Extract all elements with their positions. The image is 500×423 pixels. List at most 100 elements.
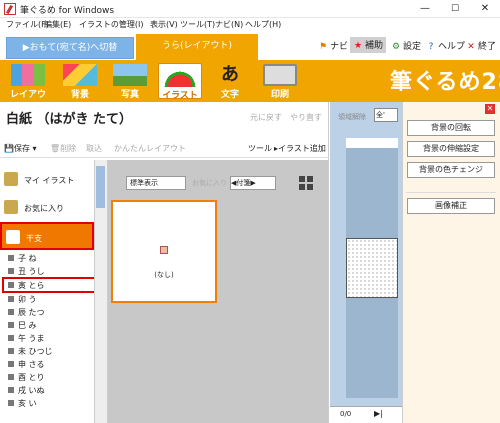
folder-icon (4, 172, 18, 186)
folder-icon (6, 230, 20, 244)
divider (406, 192, 496, 193)
view-mode-select[interactable]: 標準表示 (126, 176, 186, 190)
menu-illust-manage[interactable]: イラストの管理(I) (79, 19, 143, 30)
photo-icon (113, 64, 147, 86)
list-item[interactable]: 酉 とり (8, 372, 94, 385)
folder-icon (8, 268, 14, 274)
navi-button[interactable]: ⚑ ナビ (318, 39, 348, 52)
gear-icon: ⚙ (391, 42, 401, 52)
list-item[interactable]: 子 ね (8, 253, 94, 266)
zoom-select[interactable]: 全' (374, 108, 398, 122)
printer-icon (263, 64, 297, 86)
list-item-tora[interactable]: 寅 とら (2, 277, 100, 293)
favorite-button[interactable]: お気に入り (192, 178, 227, 188)
list-item[interactable]: 申 さる (8, 359, 94, 372)
navi-label: ナビ (330, 42, 349, 52)
list-item-label: 亥 い (18, 399, 37, 408)
brush-text-icon: あ (221, 64, 239, 85)
image-correction-button[interactable]: 画像補正 (407, 198, 495, 214)
region-release-button[interactable]: 領域解除 (338, 112, 366, 122)
list-item-label: 丑 うし (18, 267, 45, 276)
category-scroll-thumb[interactable] (96, 166, 105, 208)
close-icon: ✕ (467, 42, 475, 52)
folder-icon (8, 387, 14, 393)
help-button[interactable]: ? ヘルプ (426, 39, 465, 52)
category-favorites-label: お気に入り (24, 204, 64, 213)
bg-color-change-button[interactable]: 背景の色チェンジ (407, 162, 495, 178)
tab-front-address[interactable]: ▶おもて(宛て名)へ切替 (6, 37, 134, 59)
folder-icon (8, 374, 14, 380)
import-button[interactable]: 取込 (86, 143, 102, 154)
toolbar-photo-button[interactable]: 写真 (108, 63, 152, 100)
sticky-filter[interactable]: ◀付箋▶ (230, 176, 276, 190)
category-eto[interactable]: 干支 (0, 222, 94, 250)
sticky-label: 付箋 (236, 179, 251, 187)
tab-back-layout[interactable]: うら(レイアウト) (136, 34, 258, 60)
list-item[interactable]: 辰 たつ (8, 307, 94, 320)
folder-icon (8, 335, 14, 341)
next-icon[interactable]: ▶ (250, 179, 255, 187)
list-item[interactable]: 未 ひつじ (8, 346, 94, 359)
toolbar-text-button[interactable]: あ文字 (208, 63, 252, 100)
menu-navi[interactable]: ナビ(N) (215, 19, 243, 30)
paper-title: 白紙 （はがき たて） (6, 112, 133, 127)
settings-label: 設定 (403, 42, 422, 52)
maximize-button[interactable]: ☐ (440, 0, 470, 18)
list-item-label: 子 ね (18, 254, 37, 263)
grid-view-icon[interactable] (299, 176, 313, 190)
toolbar-print-label: 印刷 (270, 90, 289, 100)
close-button[interactable]: ✕ (470, 0, 500, 18)
bg-stretch-button[interactable]: 背景の伸縮設定 (407, 141, 495, 157)
help-label: ヘルプ (438, 42, 466, 52)
list-item-label: 辰 たつ (18, 308, 45, 317)
brand-logo: 筆ぐるめ28 (390, 70, 500, 95)
assist-button[interactable]: ★ 補助 (350, 37, 387, 53)
add-illust-button[interactable]: ▸イラスト追加 (274, 143, 326, 154)
easy-layout-button[interactable]: かんたんレイアウト (114, 143, 186, 154)
redo-button[interactable]: やり直す (290, 112, 322, 123)
menu-tools[interactable]: ツール(T) (180, 19, 215, 30)
settings-button[interactable]: ⚙ 設定 (391, 39, 421, 52)
add-illust-label: イラスト追加 (278, 144, 326, 153)
toolbar-background-button[interactable]: 背景 (58, 63, 102, 100)
category-my-illust[interactable]: マイ イラスト (0, 166, 94, 194)
category-eto-label: 干支 (26, 234, 42, 243)
bg-rotate-button[interactable]: 背景の回転 (407, 120, 495, 136)
trash-icon: 🗑 (50, 144, 61, 153)
exit-button[interactable]: ✕ 終了 (466, 39, 496, 52)
category-favorites[interactable]: お気に入り (0, 194, 94, 222)
toolbar-illust-label: イラスト (162, 91, 198, 101)
save-icon: 💾 (4, 144, 14, 153)
menu-edit[interactable]: 編集(E) (44, 19, 71, 30)
delete-label: 削除 (60, 144, 77, 153)
tool-dropdown[interactable]: ツール (248, 143, 272, 154)
background-icon (63, 64, 97, 86)
menu-file[interactable]: ファイル(F) (6, 19, 49, 30)
toolbar-print-button[interactable]: 印刷 (258, 63, 302, 100)
list-item-label: 寅 とら (18, 281, 45, 290)
close-icon[interactable]: ✕ (485, 104, 495, 114)
menu-view[interactable]: 表示(V) (150, 19, 178, 30)
list-item[interactable]: 卯 う (8, 294, 94, 307)
delete-button[interactable]: 🗑削除 (50, 143, 76, 154)
toolbar-illust-button[interactable]: イラスト (158, 63, 202, 101)
toolbar-layout-button[interactable]: レイアウト (6, 63, 50, 113)
list-item[interactable]: 午 うま (8, 333, 94, 346)
list-item-label: 巳 み (18, 321, 37, 330)
question-icon: ? (428, 42, 434, 52)
menu-help[interactable]: ヘルプ(H) (245, 19, 281, 30)
minimize-button[interactable]: — (410, 0, 440, 18)
star-folder-icon (4, 200, 18, 214)
last-page-icon[interactable]: ▶| (374, 409, 383, 418)
list-item[interactable]: 巳 み (8, 320, 94, 333)
list-item[interactable]: 亥 い (8, 398, 94, 411)
ruler (346, 138, 398, 148)
undo-button[interactable]: 元に戻す (250, 112, 282, 123)
save-button[interactable]: 💾保存 ▾ (4, 143, 37, 154)
postcard-preview[interactable] (346, 238, 398, 298)
thumbnail-label: (なし) (154, 271, 174, 279)
list-item-label: 午 うま (18, 334, 45, 343)
list-item[interactable]: 戌 いぬ (8, 385, 94, 398)
star-icon: ★ (353, 41, 363, 51)
folder-icon (8, 309, 14, 315)
